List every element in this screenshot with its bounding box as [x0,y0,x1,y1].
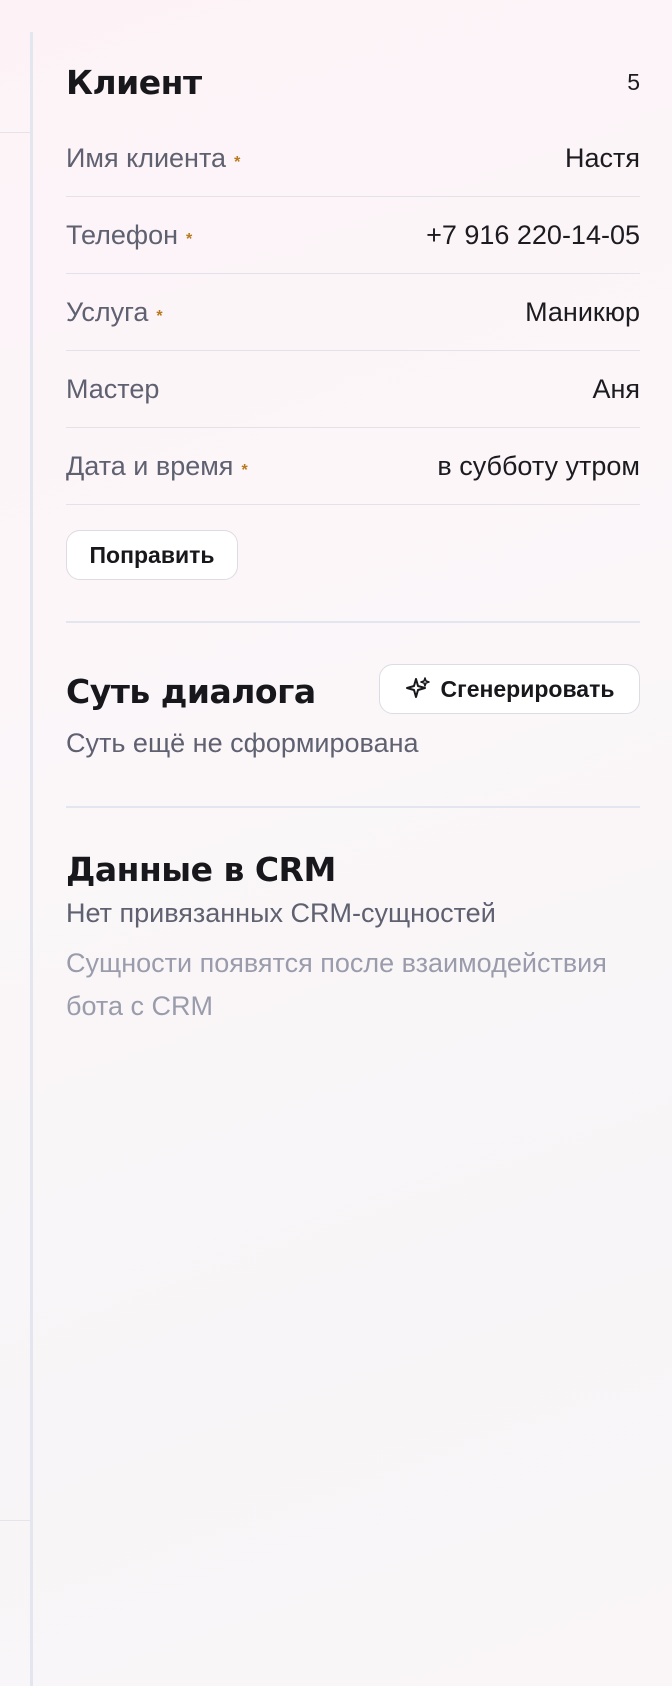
field-label-phone: Телефон [66,219,179,250]
client-count: 5 [627,68,640,95]
sparkles-icon [405,676,431,702]
field-row-datetime: Дата и время * в субботу утром [66,428,640,505]
section-divider [66,806,640,808]
required-mark: * [241,461,248,479]
required-mark: * [234,153,241,171]
field-label-service: Услуга [66,296,149,327]
required-mark: * [156,307,163,325]
generate-summary-button[interactable]: Сгенерировать [379,664,640,714]
panel-splitter[interactable] [30,32,33,1686]
field-row-service: Услуга * Маникюр [66,274,640,351]
field-label-wrap: Имя клиента * [66,143,240,174]
required-mark: * [186,230,193,248]
generate-summary-label: Сгенерировать [440,675,615,702]
summary-section-title: Суть диалога [66,671,316,711]
field-value-client-name: Настя [564,142,640,173]
summary-empty-text: Суть ещё не сформирована [66,728,419,758]
left-panel-divider-bottom [0,1520,32,1521]
edit-client-button[interactable]: Поправить [66,530,238,580]
field-row-master: Мастер Аня [66,351,640,428]
field-row-phone: Телефон * +7 916 220-14-05 [66,197,640,274]
crm-hint-text: Сущности появятся после взаимодействия б… [66,948,607,1021]
client-section-title: Клиент [66,62,202,102]
field-label-wrap: Телефон * [66,220,192,251]
left-panel-edge [0,0,32,1686]
field-value-service: Маникюр [525,296,640,327]
field-label-master: Мастер [66,373,160,404]
field-row-client-name: Имя клиента * Настя [66,120,640,197]
field-value-master: Аня [592,373,640,404]
left-panel-divider-top [0,132,32,133]
field-label-wrap: Дата и время * [66,451,248,482]
crm-section-header: Данные в CRM [66,846,640,892]
field-value-phone: +7 916 220-14-05 [426,219,640,250]
crm-section-title: Данные в CRM [66,849,336,889]
crm-empty-text: Нет привязанных CRM-сущностей [66,898,496,928]
field-label-wrap: Услуга * [66,297,163,328]
client-section-header: Клиент 5 [66,60,640,104]
field-value-datetime: в субботу утром [437,450,640,481]
field-label-client-name: Имя клиента [66,142,227,173]
field-label-wrap: Мастер [66,374,167,405]
field-label-datetime: Дата и время [66,450,234,481]
section-divider [66,621,640,623]
